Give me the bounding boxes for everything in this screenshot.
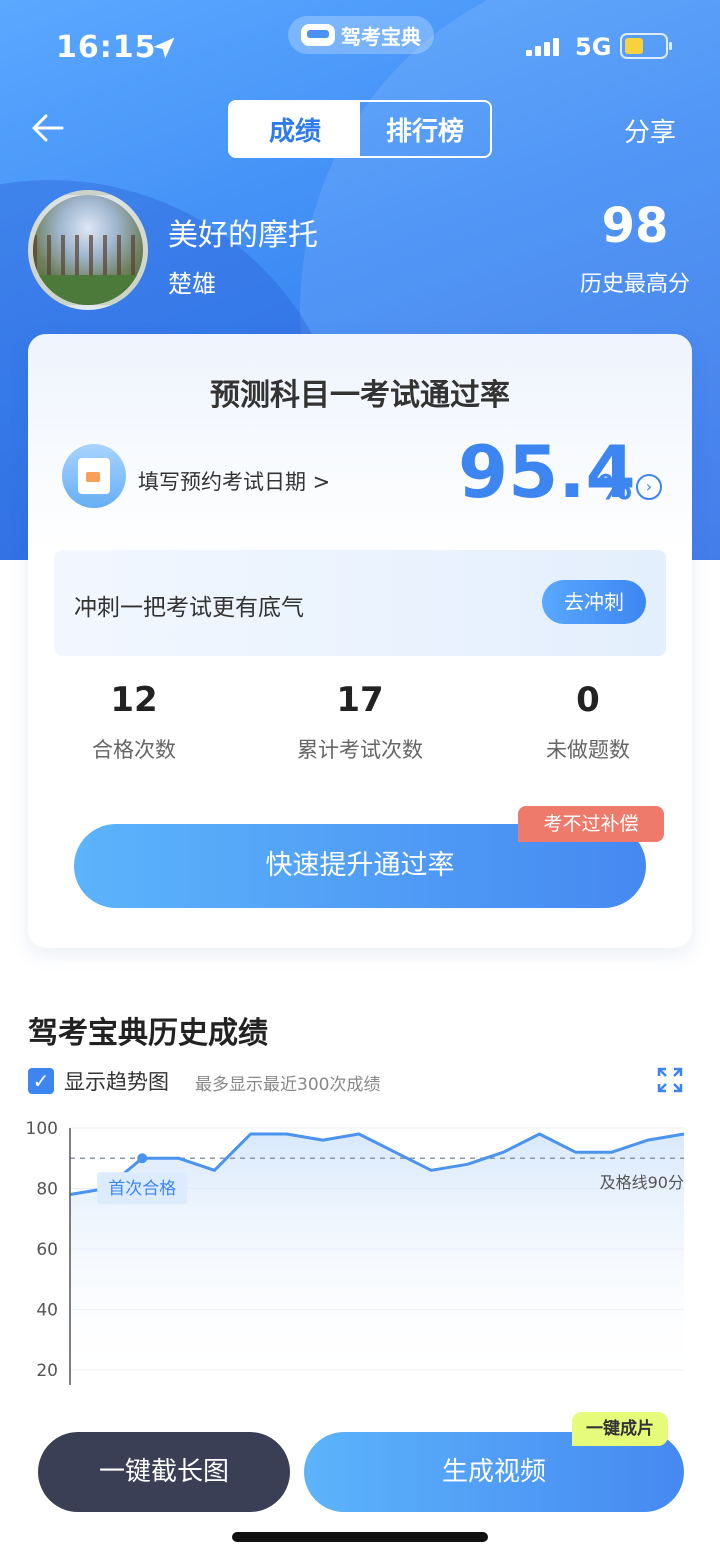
card-title: 预测科目一考试通过率 <box>210 378 510 413</box>
y-tick-label: 20 <box>36 1361 58 1381</box>
signal-icon <box>526 36 559 56</box>
sprint-button[interactable]: 去冲刺 <box>542 580 646 624</box>
expand-icon[interactable] <box>656 1066 684 1094</box>
pass-rate-card: 预测科目一考试通过率 填写预约考试日期 > 95.4 % › 冲刺一把考试更有底… <box>28 334 692 948</box>
best-score-value: 98 <box>601 198 669 254</box>
share-button[interactable]: 分享 <box>624 112 676 149</box>
avatar[interactable] <box>28 190 148 310</box>
car-icon <box>301 24 335 46</box>
chart-area <box>70 1134 684 1385</box>
one-click-badge: 一键成片 <box>572 1412 668 1446</box>
compensation-badge: 考不过补偿 <box>518 806 664 842</box>
home-indicator <box>232 1532 488 1542</box>
stat-value: 12 <box>110 680 158 720</box>
user-city: 楚雄 <box>168 270 216 298</box>
sprint-text: 冲刺一把考试更有底气 <box>74 595 304 621</box>
history-title: 驾考宝典历史成绩 <box>28 1016 268 1051</box>
stat-value: 17 <box>336 680 384 720</box>
y-tick-label: 40 <box>36 1300 58 1320</box>
sprint-banner: 冲刺一把考试更有底气 去冲刺 <box>54 550 666 656</box>
battery-icon <box>620 33 672 59</box>
segmented-control: 成绩 排行榜 <box>228 100 492 158</box>
pass-rate-unit: % <box>598 468 633 508</box>
first-pass-label: 首次合格 <box>108 1179 176 1199</box>
long-screenshot-button[interactable]: 一键截长图 <box>38 1432 290 1512</box>
best-score-label: 历史最高分 <box>579 272 690 297</box>
chevron-right-icon[interactable]: › <box>636 474 662 500</box>
status-bar: 16:15 驾考宝典 5G <box>0 0 720 95</box>
trend-checkbox[interactable]: ✓ <box>28 1068 54 1094</box>
stat-label: 未做题数 <box>546 738 630 762</box>
stat-label: 合格次数 <box>92 738 176 762</box>
status-time: 16:15 <box>56 30 157 65</box>
app-pill-label: 驾考宝典 <box>341 24 421 49</box>
back-arrow-icon[interactable] <box>28 108 68 148</box>
trend-note: 最多显示最近300次成绩 <box>195 1075 381 1095</box>
stat-label: 累计考试次数 <box>297 738 423 762</box>
stat-undone-count: 0 未做题数 <box>478 680 692 764</box>
app-pill[interactable]: 驾考宝典 <box>288 16 434 54</box>
trend-checkbox-label[interactable]: 显示趋势图 <box>64 1066 169 1096</box>
stat-pass-count: 12 合格次数 <box>28 680 244 764</box>
exam-date-link[interactable]: 填写预约考试日期 > <box>138 466 330 496</box>
y-tick-label: 100 <box>26 1119 58 1139</box>
y-tick-label: 60 <box>36 1240 58 1260</box>
user-name: 美好的摩托 <box>168 218 318 253</box>
network-label: 5G <box>575 33 612 61</box>
history-line-chart: 100 80 60 40 20 及格线90分 首次合格 <box>26 1119 685 1385</box>
stat-exam-count: 17 累计考试次数 <box>250 680 470 764</box>
y-tick-label: 80 <box>36 1179 58 1199</box>
tab-ranking[interactable]: 排行榜 <box>360 102 490 156</box>
stat-value: 0 <box>576 680 600 720</box>
tab-score[interactable]: 成绩 <box>230 102 360 156</box>
calendar-icon[interactable] <box>62 444 126 508</box>
first-pass-point <box>137 1153 148 1164</box>
pass-line-label: 及格线90分 <box>600 1173 684 1192</box>
location-arrow-icon <box>153 37 175 59</box>
